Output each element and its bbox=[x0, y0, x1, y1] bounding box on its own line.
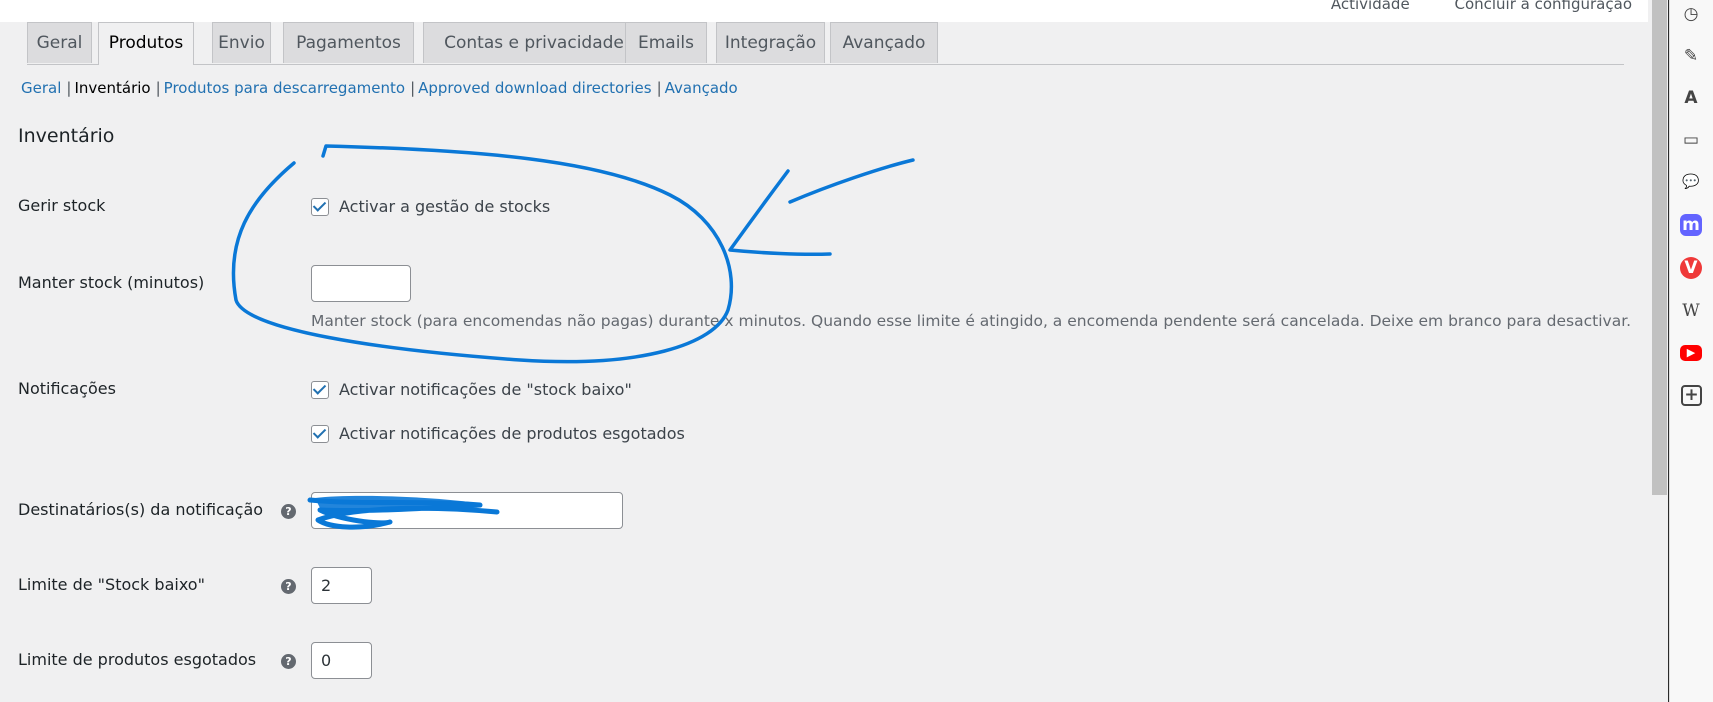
tab-pagamentos[interactable]: Pagamentos bbox=[283, 22, 414, 63]
tab-integracao[interactable]: Integração bbox=[716, 22, 825, 63]
hold-stock-input[interactable] bbox=[311, 265, 411, 302]
recipient-label: Destinatários(s) da notificação bbox=[18, 500, 264, 519]
subnav-geral[interactable]: Geral bbox=[21, 79, 61, 97]
clock-icon[interactable]: ◷ bbox=[1680, 3, 1702, 25]
out-of-stock-notification-label: Activar notificações de produtos esgotad… bbox=[339, 424, 685, 443]
tab-produtos[interactable]: Produtos bbox=[98, 22, 194, 65]
recipient-help-icon[interactable]: ? bbox=[281, 504, 296, 519]
hold-stock-label: Manter stock (minutos) bbox=[18, 273, 205, 292]
low-stock-notification-label: Activar notificações de "stock baixo" bbox=[339, 380, 632, 399]
scrollbar-thumb[interactable] bbox=[1652, 0, 1667, 495]
translate-icon[interactable]: A bbox=[1680, 87, 1702, 109]
top-bar: Actividade Concluir a configuração bbox=[0, 0, 1648, 22]
out-of-stock-threshold-label: Limite de produtos esgotados bbox=[18, 650, 257, 669]
low-stock-notification-checkbox[interactable] bbox=[311, 380, 329, 399]
recipient-input[interactable] bbox=[311, 492, 623, 529]
youtube-icon[interactable]: ▶ bbox=[1680, 345, 1702, 361]
low-stock-threshold-input[interactable]: 2 bbox=[311, 567, 372, 604]
settings-tabs: Geral Produtos Envio Pagamentos Contas e… bbox=[27, 22, 1624, 65]
subnav-separator: | bbox=[656, 79, 662, 97]
low-stock-notification-option[interactable]: Activar notificações de "stock baixo" bbox=[311, 380, 632, 399]
out-of-stock-threshold-input[interactable]: 0 bbox=[311, 642, 372, 679]
annotation-overlay bbox=[231, 144, 915, 530]
out-of-stock-notification-checkbox[interactable] bbox=[311, 424, 329, 443]
finish-setup-link[interactable]: Concluir a configuração bbox=[1454, 0, 1632, 13]
annotation-arrow-head bbox=[728, 169, 832, 257]
edit-icon[interactable]: ✎ bbox=[1680, 45, 1702, 67]
manage-stock-label: Gerir stock bbox=[18, 196, 106, 215]
tab-contas-privacidade[interactable]: Contas e privacidade bbox=[423, 22, 645, 63]
sub-navigation: Geral | Inventário | Produtos para descarreg… bbox=[21, 79, 738, 97]
window-icon[interactable]: ▭ bbox=[1680, 129, 1702, 151]
tab-avancado[interactable]: Avançado bbox=[830, 22, 938, 63]
activity-link[interactable]: Actividade bbox=[1331, 0, 1410, 13]
mastodon-icon[interactable]: m bbox=[1680, 214, 1702, 236]
tab-envio[interactable]: Envio bbox=[212, 22, 271, 63]
subnav-separator: | bbox=[155, 79, 161, 97]
add-panel-icon[interactable]: + bbox=[1681, 385, 1702, 406]
out-of-stock-notification-option[interactable]: Activar notificações de produtos esgotad… bbox=[311, 424, 685, 443]
out-of-stock-threshold-help-icon[interactable]: ? bbox=[281, 654, 296, 669]
low-stock-threshold-help-icon[interactable]: ? bbox=[281, 579, 296, 594]
manage-stock-option[interactable]: Activar a gestão de stocks bbox=[311, 197, 550, 216]
low-stock-threshold-label: Limite de "Stock baixo" bbox=[18, 575, 205, 594]
subnav-avancado[interactable]: Avançado bbox=[665, 79, 738, 97]
browser-side-panel: ◷ ✎ A ▭ 💬 m V W ▶ + bbox=[1669, 0, 1713, 702]
section-title: Inventário bbox=[18, 125, 115, 147]
subnav-separator: | bbox=[66, 79, 72, 97]
tab-geral[interactable]: Geral bbox=[27, 22, 92, 63]
chat-icon[interactable]: 💬 bbox=[1680, 171, 1702, 193]
hold-stock-description: Manter stock (para encomendas não pagas)… bbox=[311, 312, 1632, 330]
vivaldi-icon[interactable]: V bbox=[1680, 257, 1702, 279]
subnav-approved-dirs[interactable]: Approved download directories bbox=[418, 79, 651, 97]
subnav-inventario[interactable]: Inventário bbox=[74, 79, 150, 97]
subnav-downloads[interactable]: Produtos para descarregamento bbox=[164, 79, 405, 97]
wikipedia-icon[interactable]: W bbox=[1680, 300, 1702, 322]
annotation-arrow-shaft bbox=[788, 158, 915, 204]
subnav-separator: | bbox=[410, 79, 416, 97]
notifications-label: Notificações bbox=[18, 379, 116, 398]
manage-stock-checkbox-label: Activar a gestão de stocks bbox=[339, 197, 551, 216]
manage-stock-checkbox[interactable] bbox=[311, 197, 329, 216]
tab-emails[interactable]: Emails bbox=[625, 22, 707, 63]
